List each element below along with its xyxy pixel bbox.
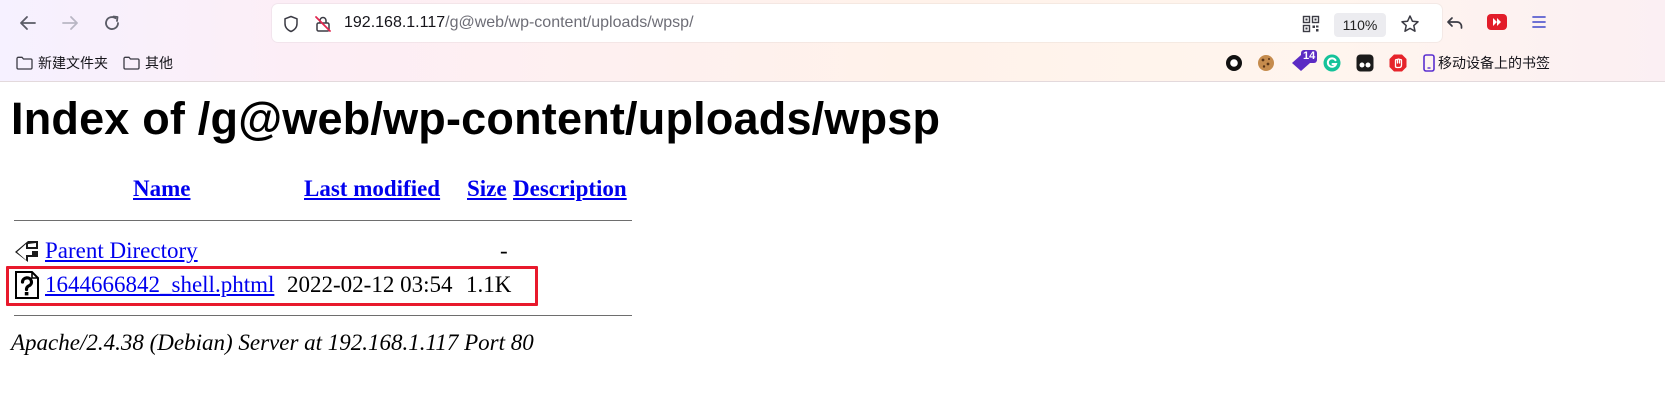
- reload-icon: [105, 15, 119, 30]
- folder-icon: [123, 56, 140, 70]
- extension-badge-count: 14: [1301, 50, 1318, 63]
- back-arrow-icon: [15, 241, 38, 262]
- video-extension-icon[interactable]: [1484, 9, 1510, 35]
- parent-directory-link[interactable]: Parent Directory: [45, 238, 198, 264]
- column-header-size[interactable]: Size: [467, 176, 507, 202]
- mobile-bookmarks[interactable]: 移动设备上的书签: [1423, 52, 1550, 74]
- insecure-lock-icon[interactable]: [312, 13, 334, 35]
- back-button[interactable]: [12, 7, 44, 39]
- reload-button[interactable]: [96, 7, 128, 39]
- column-header-name[interactable]: Name: [133, 176, 190, 202]
- url-host: 192.168.1.117: [344, 14, 446, 31]
- mobile-bookmarks-label: 移动设备上的书签: [1438, 55, 1550, 71]
- url-path: /g@web/wp-content/uploads/wpsp/: [445, 14, 694, 31]
- bookmark-folder-other[interactable]: 其他: [123, 52, 173, 74]
- highlight-box: [6, 266, 538, 306]
- tampermonkey-extension-icon[interactable]: [1354, 52, 1376, 74]
- column-header-description[interactable]: Description: [513, 176, 627, 202]
- shield-icon[interactable]: [280, 13, 302, 35]
- cookie-extension-icon[interactable]: [1255, 52, 1277, 74]
- browser-toolbar: 192.168.1.117/g@web/wp-content/uploads/w…: [0, 0, 1665, 82]
- bookmark-folder-new[interactable]: 新建文件夹: [16, 52, 108, 74]
- bookmark-label: 新建文件夹: [38, 55, 108, 71]
- header-divider: [14, 220, 632, 221]
- page-title: Index of /g@web/wp-content/uploads/wpsp: [11, 93, 941, 144]
- bookmark-star-icon[interactable]: [1399, 13, 1421, 35]
- circle-extension-icon[interactable]: [1223, 52, 1245, 74]
- zoom-level-button[interactable]: 110%: [1334, 13, 1386, 37]
- undo-close-tab-icon[interactable]: [1442, 9, 1468, 35]
- folder-icon: [16, 56, 33, 70]
- adblock-extension-icon[interactable]: [1387, 52, 1409, 74]
- mobile-device-icon: [1423, 54, 1435, 72]
- address-bar[interactable]: 192.168.1.117/g@web/wp-content/uploads/w…: [272, 4, 1442, 42]
- forward-arrow-icon: [62, 16, 78, 30]
- column-header-last-modified[interactable]: Last modified: [304, 176, 440, 202]
- bookmark-label: 其他: [145, 55, 173, 71]
- qr-code-icon[interactable]: [1300, 13, 1322, 35]
- size-cell: -: [500, 238, 508, 263]
- app-menu-icon[interactable]: [1526, 9, 1552, 35]
- url-text[interactable]: 192.168.1.117/g@web/wp-content/uploads/w…: [344, 14, 694, 32]
- forward-button[interactable]: [54, 7, 86, 39]
- grammarly-extension-icon[interactable]: [1321, 52, 1343, 74]
- badge-extension-icon[interactable]: 14: [1290, 50, 1320, 74]
- server-signature: Apache/2.4.38 (Debian) Server at 192.168…: [11, 330, 534, 355]
- footer-divider: [14, 315, 632, 316]
- back-arrow-icon: [20, 16, 36, 30]
